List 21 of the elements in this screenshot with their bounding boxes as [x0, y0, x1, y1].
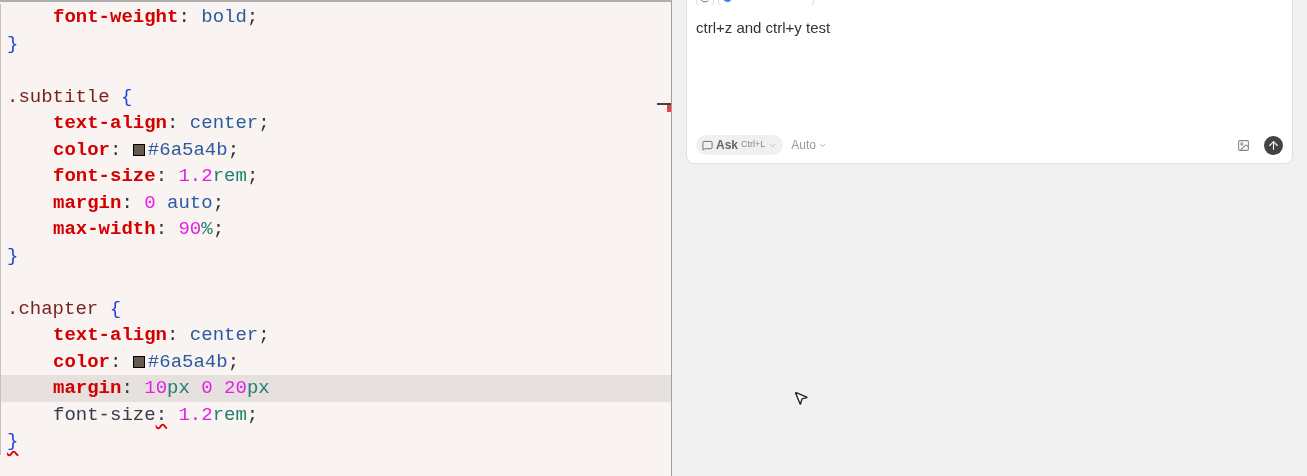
mode-button[interactable]: Ask Ctrl+L — [696, 135, 784, 155]
code-line: margin: 0 auto; — [0, 189, 671, 216]
code-line: text-align: center; — [0, 322, 671, 349]
mouse-cursor-icon — [793, 390, 809, 406]
code-line: } — [0, 30, 671, 57]
code-line: font-weight: bold; — [0, 4, 671, 31]
arrow-up-icon — [1267, 138, 1280, 152]
send-button[interactable] — [1264, 135, 1283, 155]
code-line: font-size: 1.2rem; — [0, 163, 671, 190]
code-line: .chapter { — [0, 295, 671, 322]
model-selector[interactable]: Auto — [791, 136, 827, 154]
image-icon[interactable] — [1237, 138, 1250, 152]
code-line: color: #6a5a4b; — [0, 136, 671, 163]
message-text: ctrl+z and ctrl+y test — [696, 18, 832, 38]
code-line: } — [0, 242, 671, 269]
code-line: font-size: 1.2rem; — [0, 401, 671, 428]
code-line: } — [0, 428, 671, 455]
code-line: max-width: 90%; — [0, 216, 671, 243]
scroll-marker — [657, 103, 671, 112]
code-editor[interactable] — [0, 0, 672, 476]
chat-icon — [702, 139, 713, 151]
